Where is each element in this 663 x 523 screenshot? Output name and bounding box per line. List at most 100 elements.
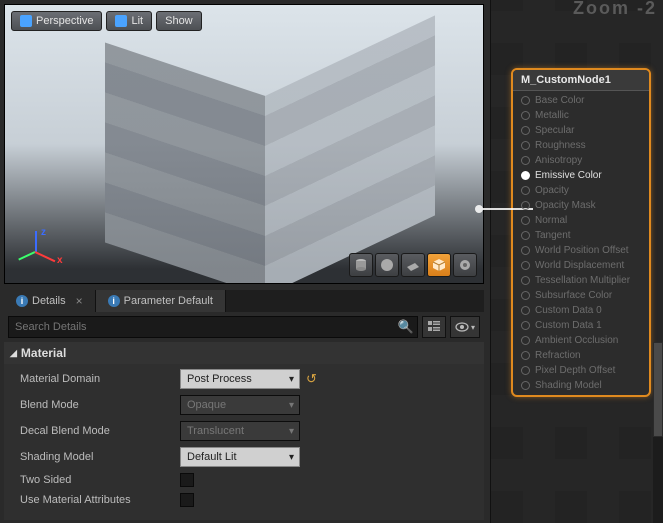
pin-socket-icon <box>521 306 530 315</box>
prop-shading-model: Shading Model Default Lit <box>4 444 484 470</box>
pin-socket-icon <box>521 381 530 390</box>
pin-socket-icon <box>521 186 530 195</box>
pin-socket-icon <box>521 351 530 360</box>
pin-opacity-mask[interactable]: Opacity Mask <box>513 198 649 213</box>
show-button[interactable]: Show <box>156 11 202 31</box>
pin-label: Emissive Color <box>535 170 602 181</box>
close-icon[interactable]: × <box>76 294 83 308</box>
material-domain-dropdown[interactable]: Post Process <box>180 369 300 389</box>
material-viewport[interactable]: Perspective Lit Show z x <box>4 4 484 284</box>
reset-to-default-icon[interactable]: ↺ <box>306 371 317 387</box>
info-icon: i <box>108 295 120 307</box>
pin-opacity[interactable]: Opacity <box>513 183 649 198</box>
pin-roughness[interactable]: Roughness <box>513 138 649 153</box>
pin-label: World Displacement <box>535 260 624 271</box>
perspective-label: Perspective <box>36 15 93 27</box>
primitive-cube-button[interactable] <box>427 253 451 277</box>
pin-socket-icon <box>521 141 530 150</box>
pin-custom-data-1[interactable]: Custom Data 1 <box>513 318 649 333</box>
node-title: M_CustomNode1 <box>513 70 649 91</box>
pin-label: Roughness <box>535 140 586 151</box>
pin-label: Specular <box>535 125 574 136</box>
prop-label: Decal Blend Mode <box>20 425 180 437</box>
tab-details-label: Details <box>32 295 66 307</box>
pin-base-color[interactable]: Base Color <box>513 93 649 108</box>
zoom-level-label: Zoom -2 <box>573 0 657 19</box>
section-header-material[interactable]: ◢ Material <box>4 342 484 364</box>
view-options-button[interactable]: ▾ <box>450 316 480 338</box>
two-sided-checkbox[interactable] <box>180 473 194 487</box>
pin-socket-icon <box>521 261 530 270</box>
perspective-button[interactable]: Perspective <box>11 11 102 31</box>
shading-model-dropdown[interactable]: Default Lit <box>180 447 300 467</box>
pin-metallic[interactable]: Metallic <box>513 108 649 123</box>
prop-label: Shading Model <box>20 451 180 463</box>
tab-parameter-defaults[interactable]: i Parameter Default <box>96 290 226 312</box>
prop-material-domain: Material Domain Post Process ↺ <box>4 366 484 392</box>
scrollbar-thumb[interactable] <box>653 342 663 437</box>
cube-icon <box>20 15 32 27</box>
pin-socket-icon <box>521 201 530 210</box>
pin-socket-icon <box>521 231 530 240</box>
material-graph[interactable]: Zoom -2 M_CustomNode1 Base Color Metallic… <box>490 0 663 523</box>
pin-tangent[interactable]: Tangent <box>513 228 649 243</box>
prop-two-sided: Two Sided <box>4 470 484 490</box>
details-search-row: 🔍 ▾ <box>4 314 484 340</box>
details-search-box: 🔍 <box>8 316 418 338</box>
pin-custom-data-0[interactable]: Custom Data 0 <box>513 303 649 318</box>
tab-details[interactable]: i Details × <box>4 290 96 312</box>
pin-label: Opacity <box>535 185 569 196</box>
pin-label: World Position Offset <box>535 245 629 256</box>
pin-shading-model[interactable]: Shading Model <box>513 378 649 393</box>
chevron-down-icon: ▾ <box>471 323 475 332</box>
search-input[interactable] <box>8 316 418 338</box>
pin-tessellation-multiplier[interactable]: Tessellation Multiplier <box>513 273 649 288</box>
pin-label: Pixel Depth Offset <box>535 365 615 376</box>
pin-ambient-occlusion[interactable]: Ambient Occlusion <box>513 333 649 348</box>
pin-socket-icon <box>521 291 530 300</box>
pin-socket-icon <box>521 321 530 330</box>
pin-pixel-depth-offset[interactable]: Pixel Depth Offset <box>513 363 649 378</box>
pin-label: Tessellation Multiplier <box>535 275 630 286</box>
pin-anisotropy[interactable]: Anisotropy <box>513 153 649 168</box>
pin-emissive-color[interactable]: Emissive Color <box>513 168 649 183</box>
expand-icon: ◢ <box>10 348 17 359</box>
pin-subsurface-color[interactable]: Subsurface Color <box>513 288 649 303</box>
pin-world-position-offset[interactable]: World Position Offset <box>513 243 649 258</box>
pin-socket-icon <box>521 276 530 285</box>
prop-use-material-attributes: Use Material Attributes <box>4 490 484 510</box>
primitive-plane-button[interactable] <box>401 253 425 277</box>
primitive-custom-button[interactable] <box>453 253 477 277</box>
axis-gizmo: z x <box>17 231 57 271</box>
pin-socket-icon <box>521 126 530 135</box>
material-section: ◢ Material Material Domain Post Process … <box>4 342 484 520</box>
pin-specular[interactable]: Specular <box>513 123 649 138</box>
node-pin-list: Base Color Metallic Specular Roughness Aniso… <box>513 91 649 395</box>
pin-label: Ambient Occlusion <box>535 335 618 346</box>
decal-blend-mode-dropdown[interactable]: Translucent <box>180 421 300 441</box>
use-material-attributes-checkbox[interactable] <box>180 493 194 507</box>
blend-mode-dropdown[interactable]: Opaque <box>180 395 300 415</box>
section-title: Material <box>21 346 66 360</box>
search-icon[interactable]: 🔍 <box>398 319 414 335</box>
prop-label: Use Material Attributes <box>20 494 180 506</box>
pin-socket-icon <box>521 336 530 345</box>
preview-mesh <box>85 14 405 284</box>
material-output-node[interactable]: M_CustomNode1 Base Color Metallic Specular… <box>511 68 651 397</box>
lit-label: Lit <box>131 15 143 27</box>
pin-world-displacement[interactable]: World Displacement <box>513 258 649 273</box>
primitive-sphere-button[interactable] <box>375 253 399 277</box>
tab-params-label: Parameter Default <box>124 295 213 307</box>
property-matrix-button[interactable] <box>422 316 446 338</box>
pin-label: Base Color <box>535 95 584 106</box>
details-tab-bar: i Details × i Parameter Default <box>4 290 484 312</box>
info-icon: i <box>16 295 28 307</box>
pin-refraction[interactable]: Refraction <box>513 348 649 363</box>
primitive-selector <box>349 253 477 277</box>
details-scrollbar[interactable] <box>653 342 663 523</box>
lit-button[interactable]: Lit <box>106 11 152 31</box>
pin-label: Shading Model <box>535 380 602 391</box>
pin-normal[interactable]: Normal <box>513 213 649 228</box>
pin-socket-icon <box>521 216 530 225</box>
primitive-cylinder-button[interactable] <box>349 253 373 277</box>
